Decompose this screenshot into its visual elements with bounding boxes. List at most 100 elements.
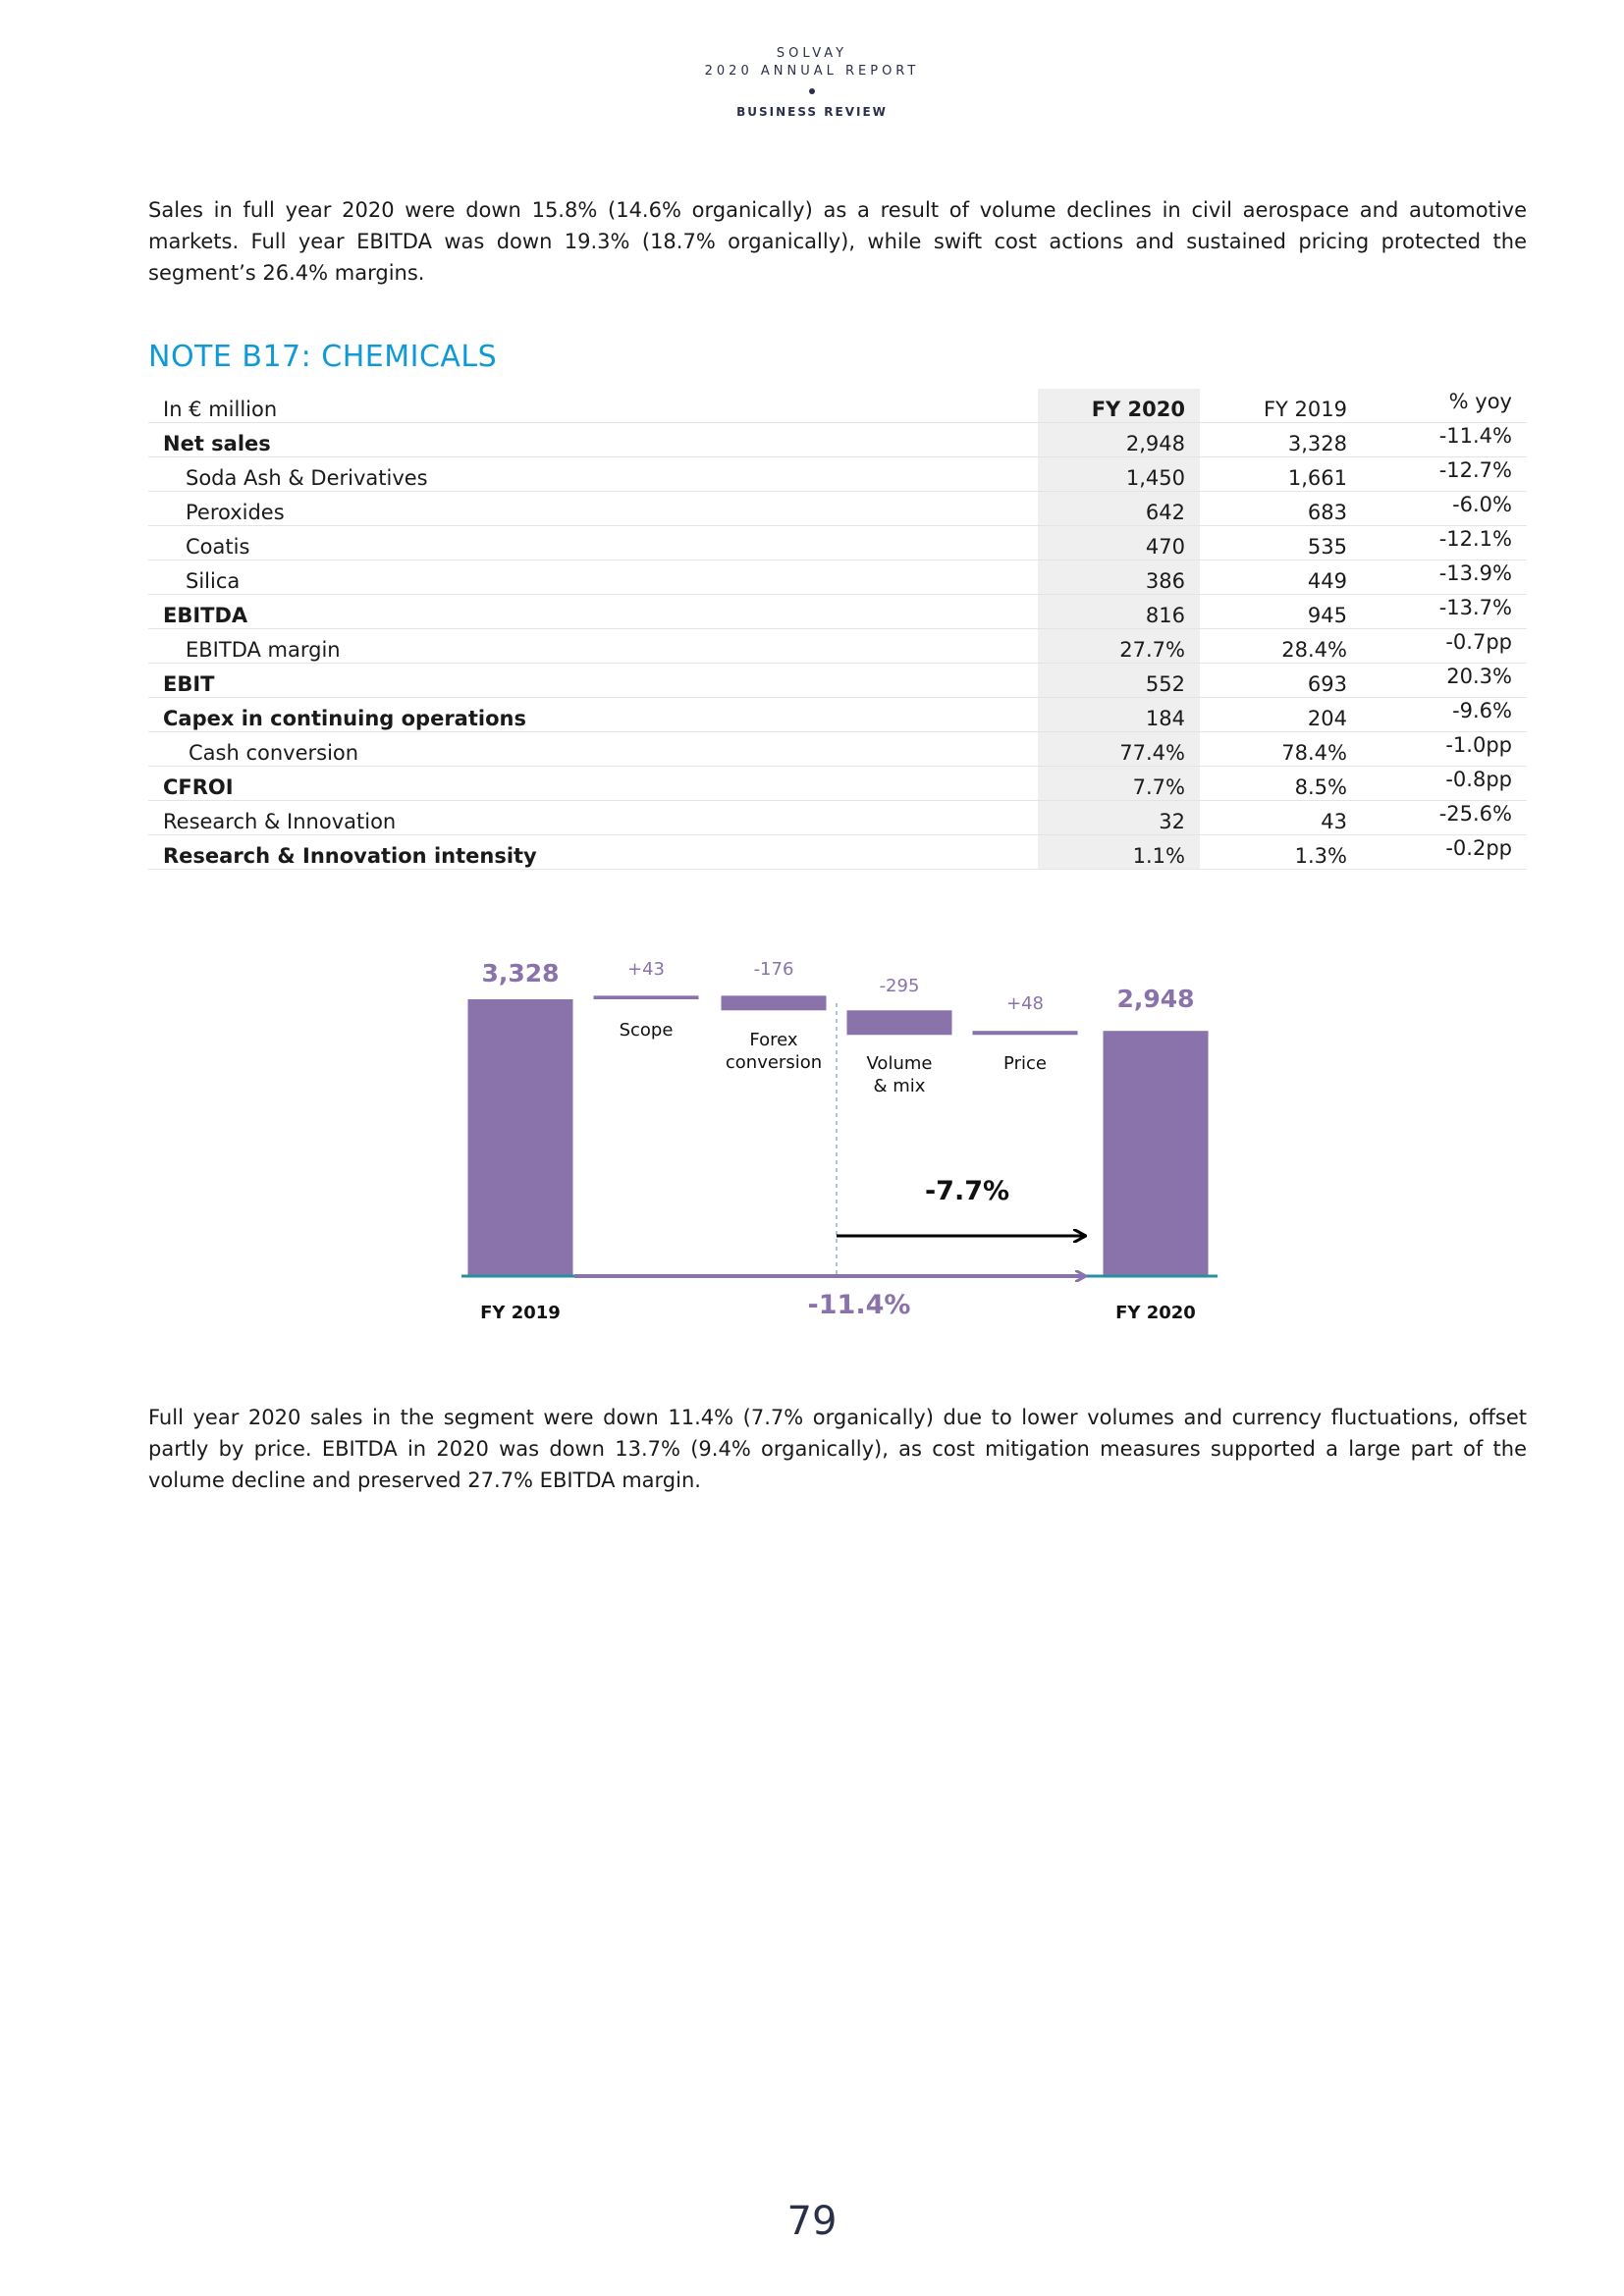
row-fy2020: 2,948 (1038, 422, 1200, 457)
row-yoy: -9.6% (1362, 697, 1527, 732)
row-fy2020: 1.1% (1038, 834, 1200, 870)
sales-bridge-waterfall-chart: 3,328 +43 -176 -295 +48 2,948 FY 2019 Scope Fore… (461, 959, 1218, 1323)
row-yoy: 20.3% (1362, 663, 1527, 698)
row-label: Peroxides (148, 491, 1038, 526)
table-row: Soda Ash & Derivatives 1,450 1,661 -12.7… (148, 456, 1527, 492)
table-row: Net sales 2,948 3,328 -11.4% (148, 422, 1527, 457)
row-label: EBITDA (148, 594, 1038, 629)
value-label-4: +48 (1006, 993, 1044, 1014)
company-name: SOLVAY (776, 46, 848, 61)
row-label: Cash conversion (148, 731, 1038, 767)
row-fy2019: 43 (1200, 800, 1362, 835)
row-fy2019: 28.4% (1200, 628, 1362, 664)
table-row: EBITDA 816 945 -13.7% (148, 594, 1527, 629)
waterfall-bar-1 (593, 995, 699, 999)
table-row: Cash conversion 77.4% 78.4% -1.0pp (148, 731, 1527, 767)
row-label: EBIT (148, 663, 1038, 698)
table-row: Capex in continuing operations 184 204 -… (148, 697, 1527, 732)
row-label: EBITDA margin (148, 628, 1038, 664)
row-yoy: -25.6% (1362, 800, 1527, 835)
value-label-3: -295 (880, 976, 920, 996)
row-label: Silica (148, 560, 1038, 595)
value-label-5: 2,948 (1116, 985, 1194, 1013)
category-label-3: Volume (867, 1053, 933, 1074)
row-yoy: -6.0% (1362, 491, 1527, 526)
header-fy2020: FY 2020 (1038, 389, 1200, 423)
table-header-row: In € million FY 2020 FY 2019 % yoy (148, 389, 1527, 423)
row-fy2020: 386 (1038, 560, 1200, 595)
row-yoy: -13.7% (1362, 594, 1527, 629)
row-fy2020: 470 (1038, 525, 1200, 561)
section-title: BUSINESS REVIEW (736, 105, 888, 119)
note-title: NOTE B17: CHEMICALS (148, 340, 498, 374)
row-label: Capex in continuing operations (148, 697, 1038, 732)
row-fy2020: 7.7% (1038, 766, 1200, 801)
table-row: EBIT 552 693 20.3% (148, 663, 1527, 698)
financial-table: In € million FY 2020 FY 2019 % yoy Net s… (148, 389, 1527, 870)
row-fy2020: 27.7% (1038, 628, 1200, 664)
header-fy2019: FY 2019 (1200, 389, 1362, 423)
table-row: EBITDA margin 27.7% 28.4% -0.7pp (148, 628, 1527, 664)
row-fy2019: 3,328 (1200, 422, 1362, 457)
row-yoy: -11.4% (1362, 422, 1527, 457)
row-label: CFROI (148, 766, 1038, 801)
row-fy2019: 1.3% (1200, 834, 1362, 870)
category-label-4: Price (1003, 1053, 1047, 1074)
row-label: Research & Innovation (148, 800, 1038, 835)
row-yoy: -0.8pp (1362, 766, 1527, 801)
row-fy2019: 535 (1200, 525, 1362, 561)
waterfall-bar-4 (972, 1031, 1078, 1036)
waterfall-bar-2 (721, 995, 827, 1011)
row-fy2019: 693 (1200, 663, 1362, 698)
row-fy2020: 816 (1038, 594, 1200, 629)
row-label: Net sales (148, 422, 1038, 457)
row-fy2020: 642 (1038, 491, 1200, 526)
table-row: Coatis 470 535 -12.1% (148, 525, 1527, 561)
row-fy2019: 1,661 (1200, 456, 1362, 492)
row-fy2020: 32 (1038, 800, 1200, 835)
row-fy2019: 78.4% (1200, 731, 1362, 767)
category-label-1: Scope (620, 1020, 674, 1041)
row-fy2020: 1,450 (1038, 456, 1200, 492)
header-yoy: % yoy (1362, 389, 1527, 423)
row-fy2019: 8.5% (1200, 766, 1362, 801)
row-label: Coatis (148, 525, 1038, 561)
waterfall-bar-5 (1103, 1031, 1209, 1276)
header-dot-divider (809, 88, 815, 94)
row-fy2020: 77.4% (1038, 731, 1200, 767)
row-yoy: -0.7pp (1362, 628, 1527, 664)
waterfall-bar-3 (846, 1010, 952, 1036)
row-yoy: -12.7% (1362, 456, 1527, 492)
row-label: Soda Ash & Derivatives (148, 456, 1038, 492)
organic-change-label: -7.7% (925, 1176, 1009, 1206)
page-number: 79 (786, 2199, 838, 2244)
category-label-0: FY 2019 (480, 1303, 561, 1323)
row-fy2019: 945 (1200, 594, 1362, 629)
table-row: Peroxides 642 683 -6.0% (148, 491, 1527, 526)
value-label-2: -176 (754, 959, 794, 980)
row-yoy: -1.0pp (1362, 731, 1527, 767)
summary-paragraph: Full year 2020 sales in the segment were… (148, 1406, 1527, 1492)
header-label: In € million (148, 389, 1038, 423)
row-label: Research & Innovation intensity (148, 834, 1038, 870)
row-fy2020: 184 (1038, 697, 1200, 732)
row-yoy: -13.9% (1362, 560, 1527, 595)
row-fy2019: 449 (1200, 560, 1362, 595)
value-label-1: +43 (627, 959, 665, 980)
table-row: CFROI 7.7% 8.5% -0.8pp (148, 766, 1527, 801)
intro-paragraph: Sales in full year 2020 were down 15.8% … (148, 198, 1527, 285)
table-row: Research & Innovation 32 43 -25.6% (148, 800, 1527, 835)
row-yoy: -0.2pp (1362, 834, 1527, 870)
value-label-0: 3,328 (481, 959, 559, 988)
table-row: Silica 386 449 -13.9% (148, 560, 1527, 595)
category-label-3-line2: & mix (874, 1076, 926, 1096)
row-fy2020: 552 (1038, 663, 1200, 698)
row-fy2019: 204 (1200, 697, 1362, 732)
table-row: Research & Innovation intensity 1.1% 1.3… (148, 834, 1527, 870)
waterfall-bar-0 (467, 999, 573, 1276)
category-label-5: FY 2020 (1115, 1303, 1196, 1323)
category-label-2-line2: conversion (726, 1052, 822, 1073)
total-change-label: -11.4% (808, 1290, 911, 1320)
row-fy2019: 683 (1200, 491, 1362, 526)
category-label-2: Forex (749, 1030, 797, 1050)
